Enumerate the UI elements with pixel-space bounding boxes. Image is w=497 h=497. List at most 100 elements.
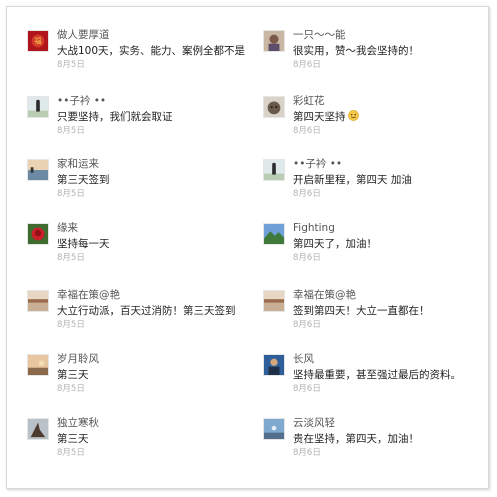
comment-author-name[interactable]: 幸福在策@艳: [293, 288, 356, 302]
comment-author-name[interactable]: 岁月聆风: [57, 352, 99, 366]
seaside-avatar-icon: [28, 160, 48, 180]
comment-message: 只要坚持，我们就会取证: [57, 110, 173, 124]
tree-avatar-icon: [28, 419, 48, 439]
person-standing-avatar-icon: [264, 160, 284, 180]
comment-item: ••子衿 •• 只要坚持，我们就会取证 8月5日: [27, 94, 257, 156]
comment-item: 一只～～能很实用，赞～我会坚持的！ 8月6日: [263, 28, 493, 90]
user-avatar[interactable]: [263, 290, 285, 312]
comment-message: 第三天: [57, 368, 89, 382]
comment-author-name[interactable]: 独立寒秋: [57, 416, 99, 430]
comment-item: Fighting 第四天了，加油！ 8月6日: [263, 221, 493, 283]
user-avatar[interactable]: [263, 159, 285, 181]
user-avatar[interactable]: [263, 223, 285, 245]
user-avatar[interactable]: [263, 30, 285, 52]
comment-author-name[interactable]: 彩虹花: [293, 94, 325, 108]
red-festive-avatar-icon: 福: [28, 31, 48, 51]
comment-author-name[interactable]: 一只～～能: [293, 28, 346, 42]
comment-message: 贵在坚持，第四天，加油！: [293, 432, 419, 446]
comment-message: 第三天: [57, 432, 89, 446]
comment-message: 大立行动派，百天过消防！第三天签到: [57, 304, 236, 318]
comment-author-name[interactable]: ••子衿 ••: [293, 157, 342, 171]
landscape-avatar-icon: [28, 291, 48, 311]
comment-item: 长风坚持最重要，甚至强过最后的资料。 8月6日: [263, 352, 493, 414]
comment-message: 很实用，赞～我会坚持的！: [293, 44, 419, 58]
comment-message-text: 坚持每一天: [57, 238, 110, 250]
comment-item: 独立寒秋第三天 8月5日: [27, 416, 257, 478]
svg-text:福: 福: [34, 37, 41, 46]
comment-message-text: 第四天坚持: [293, 111, 346, 123]
comment-message-text: 大立行动派，百天过消防！第三天签到: [57, 305, 236, 317]
comment-date: 8月6日: [293, 384, 321, 394]
comment-message-text: 只要坚持，我们就会取证: [57, 111, 173, 123]
comment-item: 缘来坚持每一天 8月5日: [27, 221, 257, 283]
comment-date: 8月6日: [293, 320, 321, 330]
comment-message: 坚持最重要，甚至强过最后的资料。: [293, 368, 461, 382]
person-standing-avatar-icon: [28, 97, 48, 117]
comment-message: 开启新里程，第四天 加油: [293, 173, 412, 187]
comment-author-name[interactable]: 家和运来: [57, 157, 99, 171]
cartoon-avatar-icon: [264, 31, 284, 51]
comment-item: 幸福在策@艳签到第四天！大立一直都在！ 8月6日: [263, 288, 493, 350]
user-avatar[interactable]: [263, 96, 285, 118]
comment-date: 8月6日: [293, 189, 321, 199]
comment-date: 8月5日: [57, 384, 85, 394]
comment-message: 签到第四天！大立一直都在！: [293, 304, 430, 318]
comment-message-text: 开启新里程，第四天 加油: [293, 174, 412, 186]
comment-message-text: 第三天签到: [57, 174, 110, 186]
comment-author-name[interactable]: Fighting: [293, 221, 335, 235]
user-avatar[interactable]: [27, 354, 49, 376]
comment-item: 彩虹花 第四天坚持 8月6日: [263, 94, 493, 156]
comment-item: 家和运来第三天签到 8月5日: [27, 157, 257, 219]
user-avatar[interactable]: [263, 354, 285, 376]
comment-item: ••子衿 •• 开启新里程，第四天 加油 8月6日: [263, 157, 493, 219]
sunset-avatar-icon: [28, 355, 48, 375]
comment-message-text: 第三天: [57, 433, 89, 445]
comment-message: 坚持每一天: [57, 237, 110, 251]
comment-message: 大战100天，实务、能力、案例全都不是: [57, 44, 245, 58]
comment-author-name[interactable]: 云淡风轻: [293, 416, 335, 430]
comment-author-name[interactable]: 长风: [293, 352, 314, 366]
comment-message: 第三天签到: [57, 173, 110, 187]
user-avatar[interactable]: [263, 418, 285, 440]
comment-date: 8月5日: [57, 253, 85, 263]
comment-message-text: 签到第四天！大立一直都在！: [293, 305, 430, 317]
comment-message: 第四天了，加油！: [293, 237, 377, 251]
blue-sky-avatar-icon: [264, 419, 284, 439]
comment-item: 福 做人要厚道大战100天，实务、能力、案例全都不是 8月5日: [27, 28, 257, 90]
red-rose-avatar-icon: [28, 224, 48, 244]
mountain-avatar-icon: [264, 224, 284, 244]
comment-message-text: 坚持最重要，甚至强过最后的资料。: [293, 369, 461, 381]
comment-item: 岁月聆风第三天 8月5日: [27, 352, 257, 414]
comment-message-text: 第四天了，加油！: [293, 238, 377, 250]
user-avatar[interactable]: 福: [27, 30, 49, 52]
user-avatar[interactable]: [27, 223, 49, 245]
comment-message-text: 贵在坚持，第四天，加油！: [293, 433, 419, 445]
comment-author-name[interactable]: 做人要厚道: [57, 28, 110, 42]
comment-message: 第四天坚持: [293, 110, 359, 124]
comment-message-text: 很实用，赞～我会坚持的！: [293, 45, 419, 57]
comment-date: 8月6日: [293, 253, 321, 263]
comments-panel: 福 做人要厚道大战100天，实务、能力、案例全都不是 8月5日 ••子衿 •• 只要坚持…: [6, 6, 489, 489]
comment-date: 8月6日: [293, 60, 321, 70]
comment-date: 8月5日: [57, 448, 85, 458]
comment-message-text: 大战100天，实务、能力、案例全都不是: [57, 45, 246, 57]
comment-date: 8月5日: [57, 320, 85, 330]
cat-avatar-icon: [264, 97, 284, 117]
landscape-avatar-icon: [264, 291, 284, 311]
user-avatar[interactable]: [27, 418, 49, 440]
comment-item: 云淡风轻贵在坚持，第四天，加油！ 8月6日: [263, 416, 493, 478]
comment-author-name[interactable]: 缘来: [57, 221, 78, 235]
comment-message-text: 第三天: [57, 369, 89, 381]
user-avatar[interactable]: [27, 96, 49, 118]
comment-date: 8月5日: [57, 189, 85, 199]
comment-date: 8月6日: [293, 448, 321, 458]
user-avatar[interactable]: [27, 159, 49, 181]
man-portrait-avatar-icon: [264, 355, 284, 375]
comment-item: 幸福在策@艳大立行动派，百天过消防！第三天签到 8月5日: [27, 288, 257, 350]
user-avatar[interactable]: [27, 290, 49, 312]
comment-author-name[interactable]: ••子衿 ••: [57, 94, 106, 108]
comment-date: 8月5日: [57, 60, 85, 70]
smiley-emoji-icon: [347, 110, 359, 121]
comment-date: 8月5日: [57, 126, 85, 136]
comment-author-name[interactable]: 幸福在策@艳: [57, 288, 120, 302]
